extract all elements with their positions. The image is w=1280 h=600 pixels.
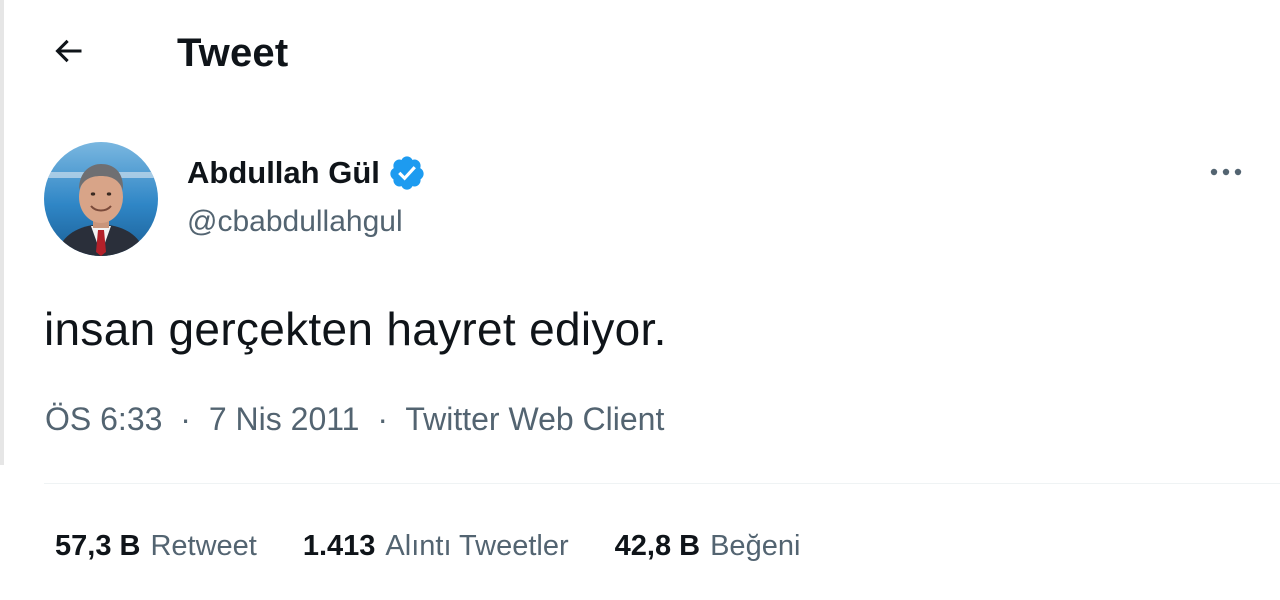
tweet-source[interactable]: Twitter Web Client xyxy=(405,401,664,437)
author-name-link[interactable]: Abdullah Gül xyxy=(187,154,426,192)
divider xyxy=(44,483,1280,484)
page-title: Tweet xyxy=(177,31,289,75)
verified-badge-icon xyxy=(388,154,426,192)
left-border xyxy=(0,0,4,465)
author-name: Abdullah Gül xyxy=(187,155,380,190)
avatar[interactable] xyxy=(44,142,158,256)
retweets-count: 57,3 B xyxy=(55,530,141,562)
quotes-label: Alıntı Tweetler xyxy=(385,530,569,562)
likes-label: Beğeni xyxy=(710,530,801,562)
tweet-page: Tweet Abdullah Gül @cbabdullahgul insan … xyxy=(0,0,1280,600)
likes-count: 42,8 B xyxy=(614,530,701,562)
retweets-stat[interactable]: 57,3 B Retweet xyxy=(55,526,257,566)
tweet-time[interactable]: ÖS 6:33 xyxy=(45,401,162,437)
author-handle[interactable]: @cbabdullahgul xyxy=(187,203,403,241)
more-options-button[interactable] xyxy=(1200,152,1252,196)
quotes-count: 1.413 xyxy=(302,530,376,562)
tweet-stats: 57,3 B Retweet 1.413 Alıntı Tweetler 42,… xyxy=(55,526,846,566)
likes-stat[interactable]: 42,8 B Beğeni xyxy=(615,526,801,566)
meta-separator: · xyxy=(180,401,191,437)
tweet-text: insan gerçekten hayret ediyor. xyxy=(44,303,667,355)
quotes-stat[interactable]: 1.413 Alıntı Tweetler xyxy=(303,526,569,566)
back-button[interactable] xyxy=(46,31,90,75)
retweets-label: Retweet xyxy=(150,530,257,562)
meta-separator: · xyxy=(377,401,388,437)
more-horizontal-icon xyxy=(1208,165,1244,183)
tweet-date[interactable]: 7 Nis 2011 xyxy=(209,401,360,437)
arrow-left-icon xyxy=(50,33,86,74)
tweet-meta: ÖS 6:33 · 7 Nis 2011 · Twitter Web Clien… xyxy=(45,399,664,439)
